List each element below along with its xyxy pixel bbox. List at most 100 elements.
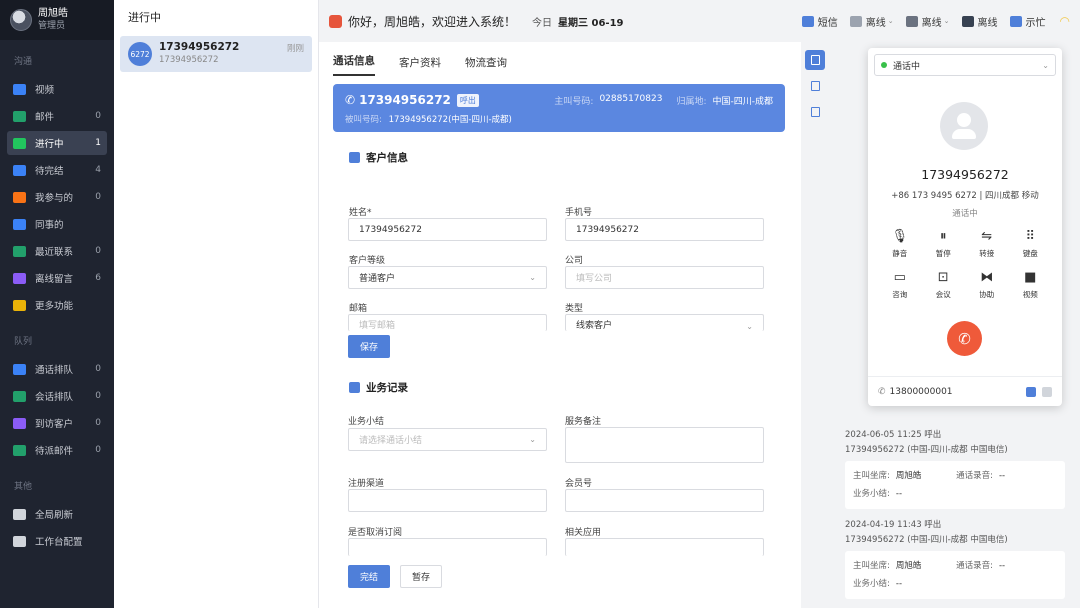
agent-status-select[interactable]: 通话中 ⌄ (874, 54, 1056, 76)
nav-item[interactable]: 邮件 0 (7, 104, 107, 128)
summary-select[interactable]: 请选择通话小结 ⌄ (348, 428, 547, 451)
nav-item[interactable]: 最近联系 0 (7, 239, 107, 263)
related-app-field[interactable] (565, 538, 764, 556)
pause-button[interactable]: 暂存 (400, 565, 442, 588)
greeting-text: 你好，周旭皓，欢迎进入系统！ (348, 14, 517, 29)
nav-item[interactable]: 全局刷新 (7, 502, 107, 526)
nav-item[interactable]: 更多功能 (7, 293, 107, 317)
channel-field[interactable] (348, 489, 547, 512)
nav-item-label: 视频 (35, 85, 55, 96)
history-entry[interactable]: 2024-06-05 11:25 呼出 17394956272 (中国-四川-成… (845, 428, 1065, 509)
customer-info-heading: 客户信息 (349, 150, 408, 165)
nav-item-icon (13, 508, 26, 520)
control-label: 视频 (1022, 290, 1038, 299)
service-note-textarea[interactable] (565, 427, 764, 463)
nav-item[interactable]: 同事的 (7, 212, 107, 236)
session-card[interactable]: 6272 17394956272 17394956272 刚刚 (120, 36, 312, 72)
top-action-button[interactable]: 短信 (801, 14, 838, 29)
control-label: 协助 (979, 290, 995, 299)
nav-item-count: 0 (95, 111, 101, 121)
history-entry[interactable]: 2024-04-19 11:43 呼出 17394956272 (中国-四川-成… (845, 518, 1065, 599)
unsubscribe-field[interactable] (348, 538, 547, 556)
email-field[interactable]: 填写邮箱 (348, 314, 547, 331)
save-button[interactable]: 保存 (348, 335, 390, 358)
business-record-title: 业务记录 (366, 382, 408, 394)
consult-button[interactable]: ▭ 咨询 (878, 271, 922, 300)
nav-item[interactable]: 我参与的 0 (7, 185, 107, 209)
greeting-icon (329, 14, 342, 28)
nav-item-icon (13, 164, 26, 176)
meeting-icon: ⊡ (937, 270, 949, 285)
channel-label: 注册渠道 (348, 479, 385, 489)
user-name: 周旭皓 (38, 8, 68, 19)
company-field[interactable]: 填写公司 (565, 266, 764, 289)
nav-item[interactable]: 待派邮件 0 (7, 438, 107, 462)
summary-label: 业务小结: (853, 579, 890, 589)
tab-call-info[interactable]: 通话信息 (333, 53, 375, 76)
phone-field[interactable]: 17394956272 (565, 218, 764, 241)
call-state: 通话中 (952, 209, 978, 219)
mic-button[interactable]: 🎙 静音 (878, 230, 922, 259)
calendar-tool[interactable] (805, 76, 825, 96)
nav-item-label: 进行中 (35, 139, 64, 150)
nav-item-icon (13, 191, 26, 203)
company-label: 公司 (565, 256, 584, 266)
customer-level-select[interactable]: 普通客户 ⌄ (348, 266, 547, 289)
top-action-button[interactable]: 离线 ⌄ (905, 14, 950, 29)
store-tool[interactable] (805, 102, 825, 122)
edit-icon[interactable] (1026, 386, 1036, 397)
call-banner: ✆ 17394956272 呼出 主叫号码: 02885170823 归属地: … (333, 84, 785, 132)
related-app-label: 相关应用 (565, 528, 602, 538)
video-button[interactable]: ■ 视频 (1009, 271, 1053, 300)
business-record-heading: 业务记录 (349, 380, 408, 395)
agent-label: 主叫坐席: (853, 561, 890, 571)
top-action-button[interactable]: 示忙 (1009, 14, 1046, 29)
member-field[interactable] (565, 489, 764, 512)
dialpad-icon[interactable] (1042, 386, 1052, 397)
history-date: 2024-04-19 11:43 呼出 (845, 520, 942, 530)
nav-item[interactable]: 工作台配置 (7, 529, 107, 553)
phone-icon: ✆ (878, 386, 886, 397)
transfer-button[interactable]: ⇋ 转接 (965, 230, 1009, 259)
nav-menu: 沟通 视频 邮件 0 进行中 1 待完结 4 我参与的 0 同事的 最近联系 0 离线留言 6 更多功能 队列通… (0, 40, 114, 553)
nav-section-title: 沟通 (14, 57, 33, 67)
nav-item[interactable]: 视频 (7, 77, 107, 101)
summary-label: 业务小结: (853, 489, 890, 499)
name-field[interactable]: 17394956272 (348, 218, 547, 241)
nav-item[interactable]: 通话排队 0 (7, 357, 107, 381)
nav-item[interactable]: 会话排队 0 (7, 384, 107, 408)
pause-button[interactable]: ⏸ 暂停 (922, 230, 966, 259)
action-label: 离线 (977, 17, 998, 29)
nav-item[interactable]: 进行中 1 (7, 131, 107, 155)
hangup-button[interactable]: ✆ (947, 321, 982, 356)
nav-item[interactable]: 待完结 4 (7, 158, 107, 182)
tab-customer-profile[interactable]: 客户资料 (399, 55, 441, 76)
type-value: 线索客户 (576, 321, 613, 331)
action-icon (801, 15, 814, 27)
user-box[interactable]: 周旭皓 管理员 (0, 0, 114, 40)
location-value: 中国-四川-成都 (712, 96, 774, 107)
meeting-button[interactable]: ⊡ 会议 (922, 271, 966, 300)
nav-item[interactable]: 离线留言 6 (7, 266, 107, 290)
tab-logistics[interactable]: 物流查询 (465, 55, 507, 76)
nav-item[interactable]: 到访客户 0 (7, 411, 107, 435)
type-select[interactable]: 线索客户 ⌄ (565, 314, 764, 331)
keypad-button[interactable]: ⠿ 键盘 (1009, 230, 1053, 259)
unsubscribe-label: 是否取消订阅 (348, 528, 403, 538)
top-action-button[interactable]: 离线 (961, 14, 998, 29)
finish-button[interactable]: 完结 (348, 565, 390, 588)
nav-item-count: 0 (95, 418, 101, 428)
chevron-down-icon: ⌄ (1042, 60, 1049, 70)
assist-button[interactable]: ⧓ 协助 (965, 271, 1009, 300)
session-list-title: 进行中 (128, 11, 161, 24)
keypad-icon: ⠿ (1025, 229, 1036, 244)
top-action-button[interactable]: 离线 ⌄ (849, 14, 894, 29)
action-label: 离线 (921, 17, 942, 29)
call-record-tool[interactable] (805, 50, 825, 70)
avatar (10, 9, 32, 31)
tab-bar: 通话信息 客户资料 物流查询 (319, 42, 801, 76)
nav-item-icon (13, 417, 26, 429)
session-subtitle: 17394956272 (159, 55, 219, 65)
summary-value: -- (895, 489, 903, 499)
agent-status-value: 通话中 (893, 61, 921, 72)
